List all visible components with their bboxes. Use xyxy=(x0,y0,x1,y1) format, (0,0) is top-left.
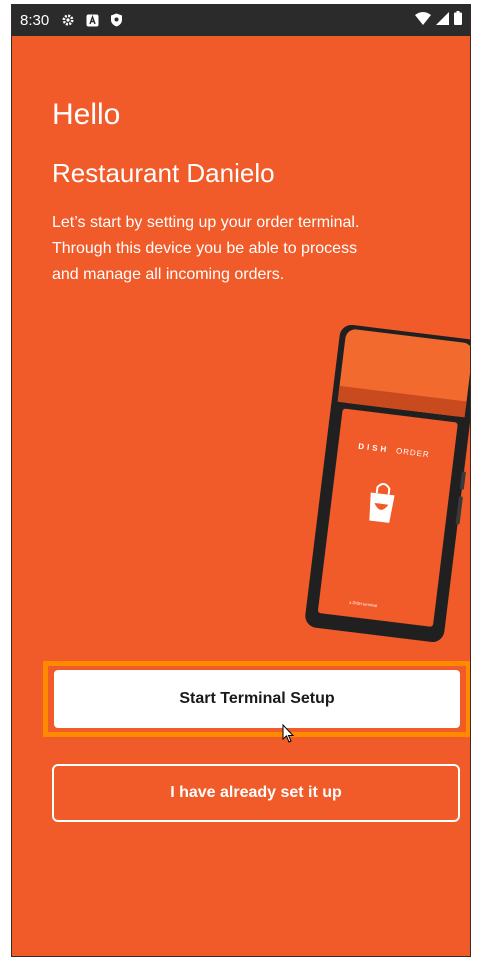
shield-icon xyxy=(107,11,125,29)
terminal-device-illustration: DISH ORDER a DISH terminal xyxy=(305,324,470,642)
start-terminal-setup-button[interactable]: Start Terminal Setup xyxy=(54,670,460,728)
already-set-up-button[interactable]: I have already set it up xyxy=(52,764,460,822)
status-bar: 8:30 xyxy=(12,4,470,36)
intro-text: Let’s start by setting up your order ter… xyxy=(52,214,360,283)
status-right-icons xyxy=(415,11,462,29)
restaurant-name: Restaurant Danielo xyxy=(52,158,275,188)
status-time: 8:30 xyxy=(20,11,50,29)
start-setup-highlight: Start Terminal Setup xyxy=(43,661,470,737)
greeting-heading: Hello xyxy=(52,98,121,131)
notification-a-icon xyxy=(83,11,101,29)
battery-icon xyxy=(454,11,462,29)
gear-icon xyxy=(59,11,77,29)
mouse-cursor-icon xyxy=(282,724,295,743)
wifi-icon xyxy=(415,11,431,29)
signal-icon xyxy=(436,11,449,29)
app-screen: 8:30 Hello Restaurant Danielo Let’s star… xyxy=(11,4,471,957)
